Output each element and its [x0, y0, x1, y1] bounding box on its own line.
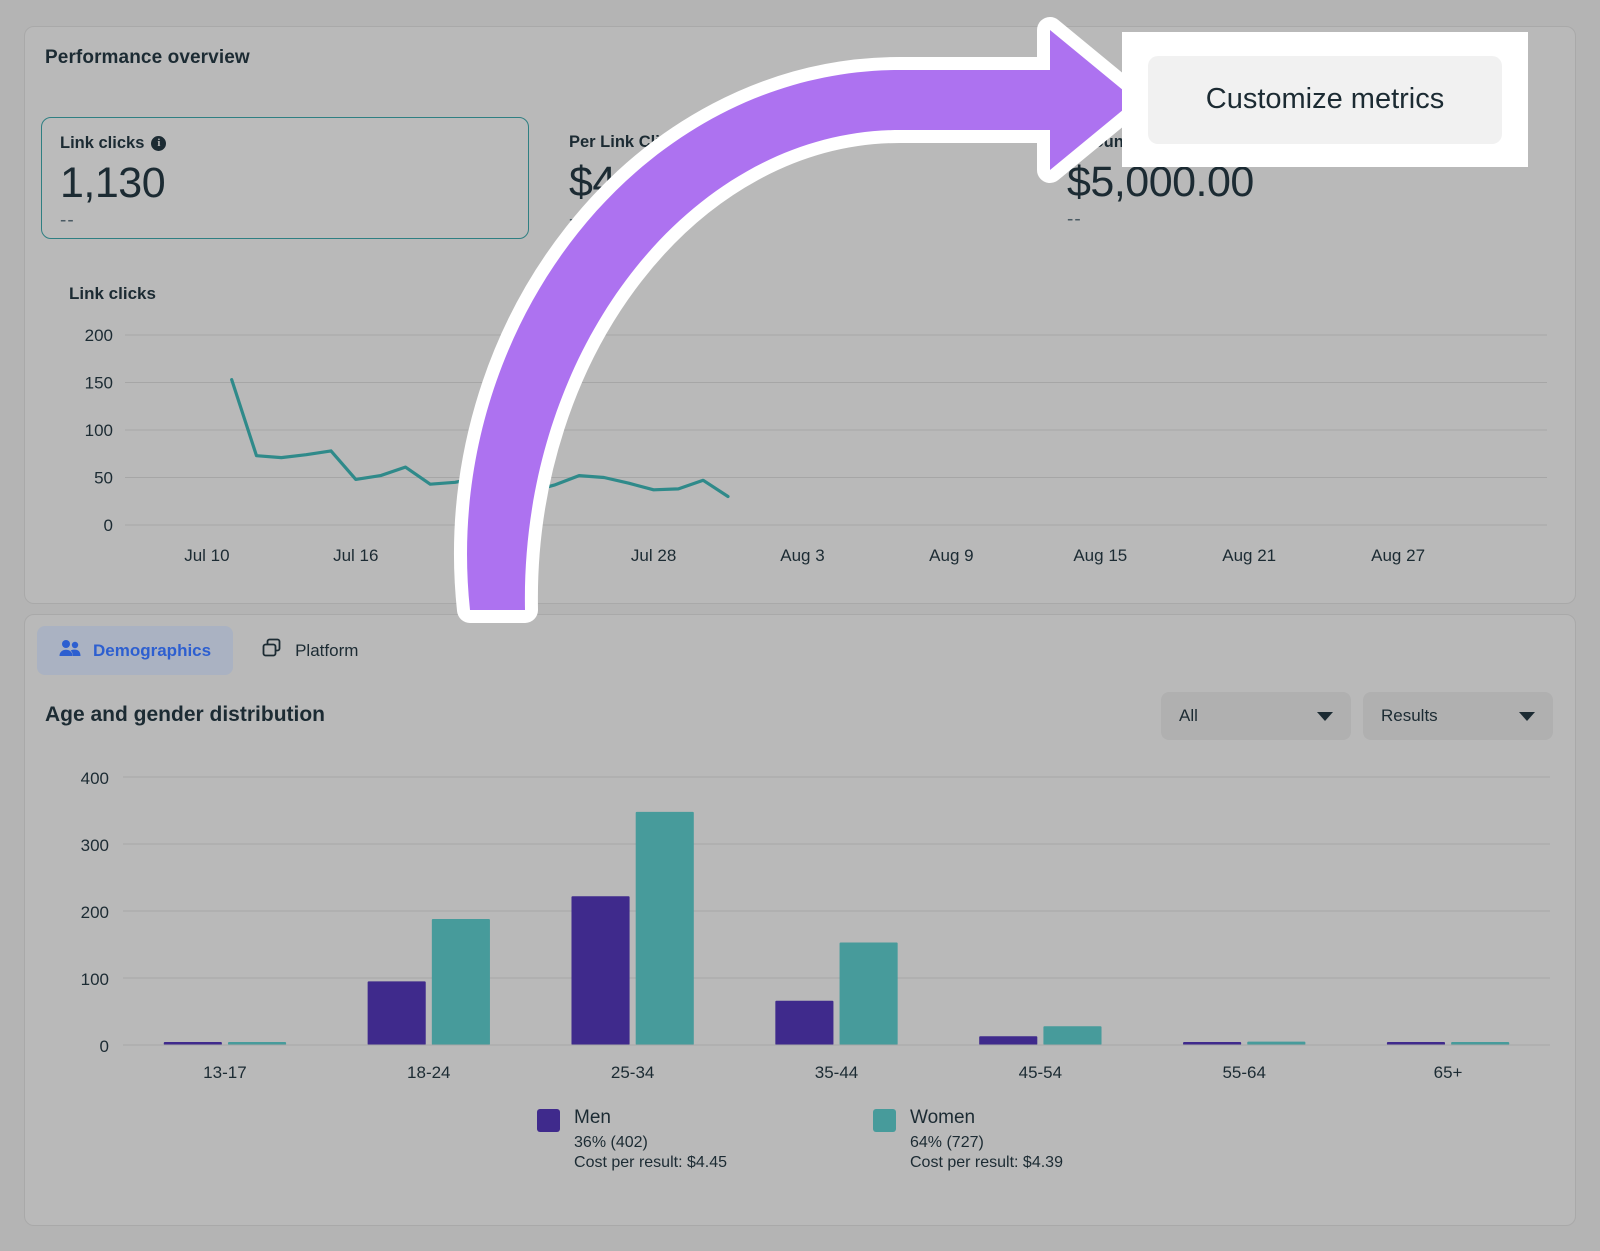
- legend-label: Women: [910, 1107, 1063, 1132]
- filters-row: All Results: [1161, 692, 1553, 740]
- svg-text:200: 200: [81, 903, 109, 922]
- svg-text:25-34: 25-34: [611, 1063, 654, 1082]
- metric-select-value: Results: [1381, 706, 1438, 726]
- info-icon[interactable]: i: [685, 135, 700, 150]
- svg-text:300: 300: [81, 836, 109, 855]
- metric-subvalue: --: [569, 209, 1021, 231]
- tab-demographics[interactable]: Demographics: [37, 626, 233, 675]
- legend-percent-count: 36% (402): [574, 1134, 727, 1152]
- legend-item-women: Women 64% (727) Cost per result: $4.39: [873, 1107, 1063, 1172]
- svg-text:200: 200: [85, 326, 113, 345]
- customize-metrics-button[interactable]: Customize metrics: [1148, 56, 1502, 144]
- svg-text:Aug 27: Aug 27: [1371, 546, 1425, 565]
- metric-label-text: Per Link Click: [569, 133, 678, 152]
- metric-card-label: Per Link Click i: [569, 133, 1021, 152]
- metric-value: $4.42: [569, 158, 1021, 207]
- legend-item-men: Men 36% (402) Cost per result: $4.45: [537, 1107, 727, 1172]
- demographics-tabs: Demographics Platform: [37, 625, 380, 676]
- svg-text:Jul 28: Jul 28: [631, 546, 676, 565]
- svg-text:150: 150: [85, 374, 113, 393]
- svg-text:13-17: 13-17: [203, 1063, 246, 1082]
- age-gender-bar-chart: 0 100 200 300 400 13-17 18-24 25-34 35-44 45-54 55…: [45, 763, 1555, 1093]
- chart-legend: Men 36% (402) Cost per result: $4.45 Wom…: [25, 1107, 1575, 1172]
- metric-select[interactable]: Results: [1363, 692, 1553, 740]
- legend-swatch: [537, 1109, 560, 1132]
- svg-text:55-64: 55-64: [1222, 1063, 1265, 1082]
- svg-text:100: 100: [85, 421, 113, 440]
- tab-label: Demographics: [93, 641, 211, 661]
- svg-text:45-54: 45-54: [1019, 1063, 1062, 1082]
- metric-subvalue: --: [60, 210, 510, 232]
- svg-text:100: 100: [81, 970, 109, 989]
- svg-text:Aug 9: Aug 9: [929, 546, 973, 565]
- info-icon[interactable]: i: [151, 136, 166, 151]
- screen-root: Performance overview Link clicks i 1,130…: [0, 0, 1600, 1251]
- metric-card-label: Link clicks i: [60, 134, 510, 153]
- svg-text:35-44: 35-44: [815, 1063, 858, 1082]
- svg-text:Jul 22: Jul 22: [482, 546, 527, 565]
- svg-text:Aug 15: Aug 15: [1073, 546, 1127, 565]
- legend-cost-per-result: Cost per result: $4.39: [910, 1154, 1063, 1172]
- callout-box: Customize metrics: [1122, 32, 1528, 167]
- svg-text:Jul 10: Jul 10: [184, 546, 229, 565]
- breakdown-select[interactable]: All: [1161, 692, 1351, 740]
- tab-label: Platform: [295, 641, 358, 661]
- windows-stack-icon: [261, 638, 283, 663]
- svg-text:400: 400: [81, 769, 109, 788]
- bar-chart-svg: 0 100 200 300 400 13-17 18-24 25-34 35-44 45-54 55…: [45, 763, 1555, 1093]
- legend-cost-per-result: Cost per result: $4.45: [574, 1154, 727, 1172]
- people-icon: [59, 639, 81, 662]
- svg-text:18-24: 18-24: [407, 1063, 450, 1082]
- chevron-down-icon: [1519, 712, 1535, 721]
- legend-percent-count: 64% (727): [910, 1134, 1063, 1152]
- demographics-panel: Demographics Platform Age and gender dis…: [24, 614, 1576, 1226]
- line-chart-title: Link clicks: [69, 284, 156, 304]
- svg-text:Aug 3: Aug 3: [780, 546, 824, 565]
- metric-subvalue: --: [1067, 209, 1521, 231]
- metric-card-per-link-click[interactable]: Per Link Click i $4.42 --: [551, 117, 1039, 239]
- svg-text:Aug 21: Aug 21: [1222, 546, 1276, 565]
- tab-platform[interactable]: Platform: [239, 625, 380, 676]
- legend-swatch: [873, 1109, 896, 1132]
- metric-label-text: Link clicks: [60, 134, 144, 153]
- breakdown-select-value: All: [1179, 706, 1198, 726]
- chevron-down-icon: [1317, 712, 1333, 721]
- callout-text: Customize metrics: [1206, 83, 1445, 116]
- section-title: Age and gender distribution: [45, 703, 325, 727]
- svg-text:0: 0: [104, 516, 113, 535]
- legend-label: Men: [574, 1107, 727, 1132]
- svg-text:65+: 65+: [1434, 1063, 1463, 1082]
- svg-text:0: 0: [100, 1037, 109, 1056]
- link-clicks-line-chart: 0 50 100 150 200 Jul 10 Jul 16 Jul 22 Jul 28 Aug …: [69, 315, 1549, 575]
- metric-card-link-clicks[interactable]: Link clicks i 1,130 --: [41, 117, 529, 239]
- svg-text:Jul 16: Jul 16: [333, 546, 378, 565]
- svg-text:50: 50: [94, 469, 113, 488]
- page-title: Performance overview: [45, 47, 250, 69]
- metric-value: 1,130: [60, 159, 510, 208]
- line-chart-svg: 0 50 100 150 200 Jul 10 Jul 16 Jul 22 Jul 28 Aug …: [69, 315, 1549, 575]
